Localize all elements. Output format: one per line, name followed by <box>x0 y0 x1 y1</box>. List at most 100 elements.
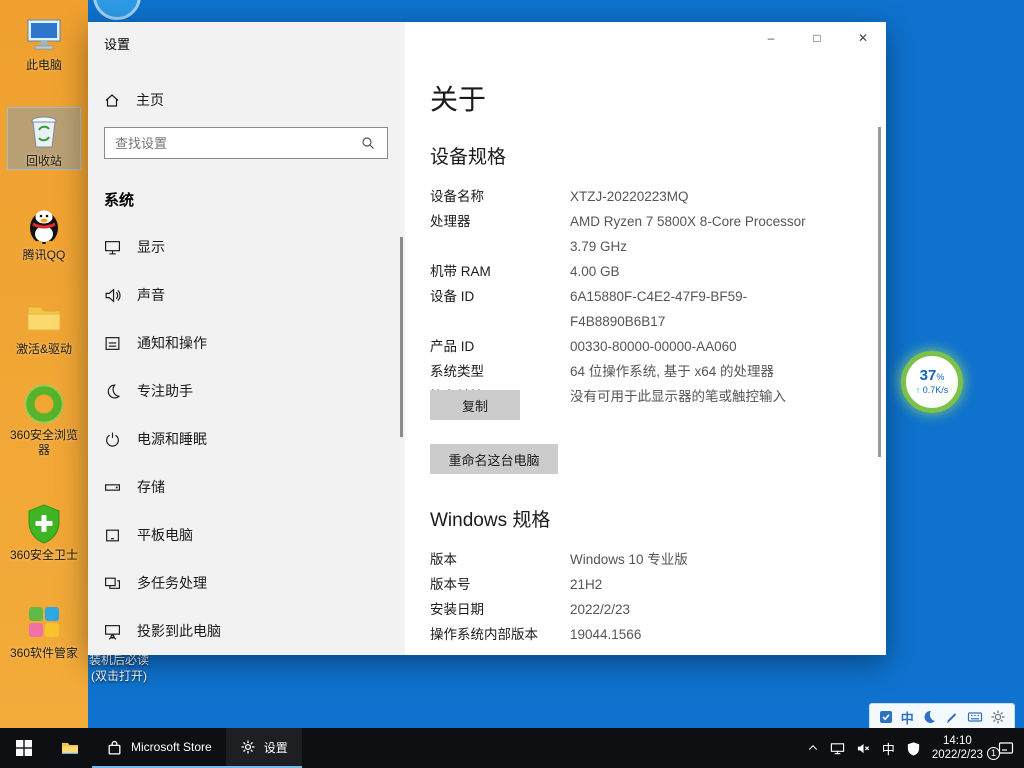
microsoft-store-icon <box>106 739 123 756</box>
device-spec-heading: 设备规格 <box>430 142 506 169</box>
spec-value: 19044.1566 <box>570 622 820 647</box>
tray-ime-indicator[interactable]: 中 <box>882 739 895 758</box>
display-icon <box>104 239 121 256</box>
speed-ball[interactable]: 37% ↑ 0.7K/s <box>901 351 963 413</box>
taskbar-app-microsoft-store[interactable]: Microsoft Store <box>92 728 226 768</box>
ime-toolbar: 中 <box>869 703 1015 731</box>
notifications-icon <box>104 335 121 352</box>
windows-spec-heading: Windows 规格 <box>430 505 550 532</box>
spec-value: 00330-80000-00000-AA060 <box>570 334 820 359</box>
sidebar-item-power-sleep[interactable]: 电源和睡眠 <box>88 415 405 463</box>
sidebar-item-label: 平板电脑 <box>137 525 193 545</box>
360-safeguard-icon <box>22 502 66 546</box>
gear-icon[interactable] <box>990 709 1006 725</box>
pen-icon[interactable] <box>944 709 960 725</box>
clock-time: 14:10 <box>932 734 983 748</box>
action-center-icon <box>998 740 1014 756</box>
search-icon[interactable] <box>360 135 376 151</box>
sound-icon <box>104 287 121 304</box>
ime-lang-indicator[interactable]: 中 <box>901 708 914 727</box>
sidebar-item-storage[interactable]: 存储 <box>88 463 405 511</box>
file-explorer-button[interactable] <box>48 728 92 768</box>
home-icon <box>104 92 120 108</box>
system-tray: 中 14:10 2022/2/23 1 <box>807 728 1024 768</box>
desktop-icon-tencent-qq[interactable]: 腾讯QQ <box>8 202 80 263</box>
taskbar: Microsoft Store 设置 <box>0 728 1024 768</box>
desktop-icon-360-software-manager[interactable]: 360软件管家 <box>8 600 80 661</box>
sidebar-item-display[interactable]: 显示 <box>88 223 405 271</box>
spec-label: 设备名称 <box>430 184 570 209</box>
rename-pc-button[interactable]: 重命名这台电脑 <box>430 444 558 474</box>
taskbar-spacer <box>302 728 807 768</box>
spec-value: AMD Ryzen 7 5800X 8-Core Processor 3.79 … <box>570 209 820 259</box>
keyboard-icon[interactable] <box>967 709 983 725</box>
defender-shield-icon[interactable] <box>906 741 921 756</box>
sidebar-nav: 显示 声音 通知和操作 专注 <box>88 223 405 655</box>
spec-label: 产品 ID <box>430 334 570 359</box>
spec-value: 6A15880F-C4E2-47F9-BF59-F4B8890B6B17 <box>570 284 820 334</box>
action-center-button[interactable]: 1 <box>994 740 1014 756</box>
sidebar-item-label: 声音 <box>137 285 165 305</box>
spec-label: 处理器 <box>430 209 570 259</box>
this-pc-icon <box>22 12 66 56</box>
network-icon[interactable] <box>830 741 845 756</box>
sidebar-scrollbar[interactable] <box>400 237 403 437</box>
copy-button[interactable]: 复制 <box>430 390 520 420</box>
spec-label: 版本 <box>430 547 570 572</box>
spec-row: 操作系统内部版本 19044.1566 <box>430 622 820 647</box>
spec-value: 4.00 GB <box>570 259 820 284</box>
start-button[interactable] <box>0 728 48 768</box>
spec-label: 系统类型 <box>430 359 570 384</box>
sidebar-item-sound[interactable]: 声音 <box>88 271 405 319</box>
settings-sidebar: 设置 主页 系统 显示 <box>88 22 405 655</box>
desktop-icon-readme-label[interactable]: 装机后必读(双击打开) <box>85 652 153 684</box>
search-input[interactable] <box>104 127 388 159</box>
close-button[interactable]: ✕ <box>840 22 886 54</box>
taskbar-app-label: 设置 <box>264 739 288 756</box>
volume-muted-icon[interactable] <box>856 741 871 756</box>
sidebar-item-notifications[interactable]: 通知和操作 <box>88 319 405 367</box>
desktop-icon-this-pc[interactable]: 此电脑 <box>8 12 80 73</box>
sidebar-item-label: 存储 <box>137 477 165 497</box>
spec-label: 操作系统内部版本 <box>430 622 570 647</box>
spec-value: 没有可用于此显示器的笔或触控输入 <box>570 384 820 409</box>
taskbar-app-label: Microsoft Store <box>131 740 212 754</box>
sidebar-item-home[interactable]: 主页 <box>104 86 164 114</box>
desktop-icon-recycle-bin[interactable]: 回收站 <box>8 108 80 169</box>
desktop-icon-label: 360安全浏览器 <box>8 428 80 458</box>
spec-row: 设备名称 XTZJ-20220223MQ <box>430 184 820 209</box>
maximize-button[interactable]: □ <box>794 22 840 54</box>
sidebar-home-label: 主页 <box>136 90 164 110</box>
settings-gear-icon <box>240 739 256 755</box>
spec-row: 安装日期 2022/2/23 <box>430 597 820 622</box>
taskbar-clock[interactable]: 14:10 2022/2/23 <box>932 734 983 762</box>
spec-value: Windows 10 专业版 <box>570 547 820 572</box>
sidebar-item-focus-assist[interactable]: 专注助手 <box>88 367 405 415</box>
main-scrollbar[interactable] <box>878 127 881 457</box>
desktop-icon-activation-driver[interactable]: 激活&驱动 <box>8 296 80 357</box>
minimize-button[interactable]: – <box>748 22 794 54</box>
spec-row: 设备 ID 6A15880F-C4E2-47F9-BF59-F4B8890B6B… <box>430 284 820 334</box>
page-title: 关于 <box>430 78 486 118</box>
window-controls: – □ ✕ <box>748 22 886 54</box>
spec-row: 系统类型 64 位操作系统, 基于 x64 的处理器 <box>430 359 820 384</box>
tablet-icon <box>104 527 121 544</box>
spec-label: 版本号 <box>430 572 570 597</box>
moon-icon[interactable] <box>921 709 937 725</box>
device-spec-rows: 设备名称 XTZJ-20220223MQ 处理器 AMD Ryzen 7 580… <box>430 184 820 409</box>
desktop-icon-360-safeguard[interactable]: 360安全卫士 <box>8 502 80 563</box>
recycle-bin-icon <box>22 108 66 152</box>
sidebar-item-multitasking[interactable]: 多任务处理 <box>88 559 405 607</box>
desktop-icon-360-browser[interactable]: 360安全浏览器 <box>8 382 80 458</box>
check-square-icon[interactable] <box>878 709 894 725</box>
up-arrow-icon: ↑ <box>916 385 921 395</box>
focus-assist-icon <box>104 383 121 400</box>
sidebar-item-label: 专注助手 <box>137 381 193 401</box>
sidebar-item-tablet[interactable]: 平板电脑 <box>88 511 405 559</box>
spec-row: 产品 ID 00330-80000-00000-AA060 <box>430 334 820 359</box>
taskbar-app-settings[interactable]: 设置 <box>226 728 302 768</box>
desktop-icon-label: 腾讯QQ <box>8 248 80 263</box>
folder-icon <box>22 296 66 340</box>
sidebar-item-projecting[interactable]: 投影到此电脑 <box>88 607 405 655</box>
hidden-icons-chevron[interactable] <box>807 742 819 754</box>
